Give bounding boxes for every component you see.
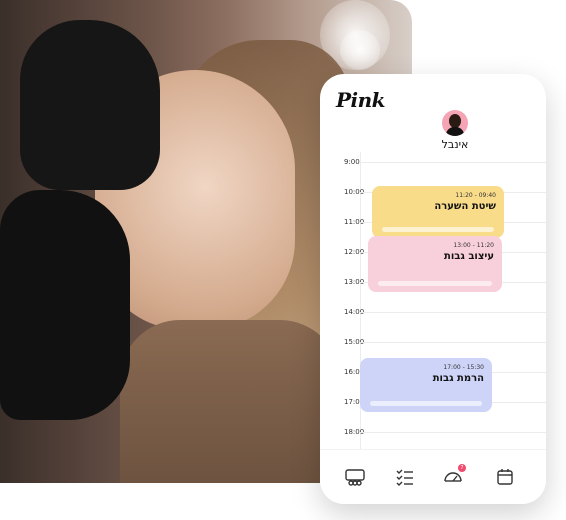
app-logo: Pink [336, 88, 386, 112]
avatar[interactable] [442, 110, 468, 136]
event-card[interactable]: 11:20 - 13:00 עיצוב גבות [368, 236, 502, 292]
event-time: 11:20 - 13:00 [453, 242, 494, 249]
hour-label: 9:00 [344, 158, 360, 166]
event-title: עיצוב גבות [444, 251, 494, 262]
notification-badge: 7 [458, 464, 466, 472]
event-title: שיטת השערה [434, 201, 496, 212]
event-title: הרמת גבות [432, 373, 484, 384]
bottom-nav: 7 [320, 449, 546, 504]
user-name: אינבל [441, 138, 469, 151]
tasks-icon[interactable] [394, 466, 416, 488]
event-time: 09:40 - 11:20 [455, 192, 496, 199]
clients-icon[interactable] [344, 466, 366, 488]
calendar-grid: 9:00 10:00 11:00 12:00 13:00 14:00 15:00… [320, 152, 546, 452]
event-card[interactable]: 15:30 - 17:00 הרמת גבות [360, 358, 492, 412]
event-card[interactable]: 09:40 - 11:20 שיטת השערה [372, 186, 504, 238]
dashboard-icon[interactable]: 7 [442, 464, 466, 488]
event-time: 15:30 - 17:00 [443, 364, 484, 371]
calendar-icon[interactable] [494, 466, 516, 488]
phone-screen: Pink אינבל 9:00 10:00 11:00 12:00 13:00 … [320, 74, 546, 504]
